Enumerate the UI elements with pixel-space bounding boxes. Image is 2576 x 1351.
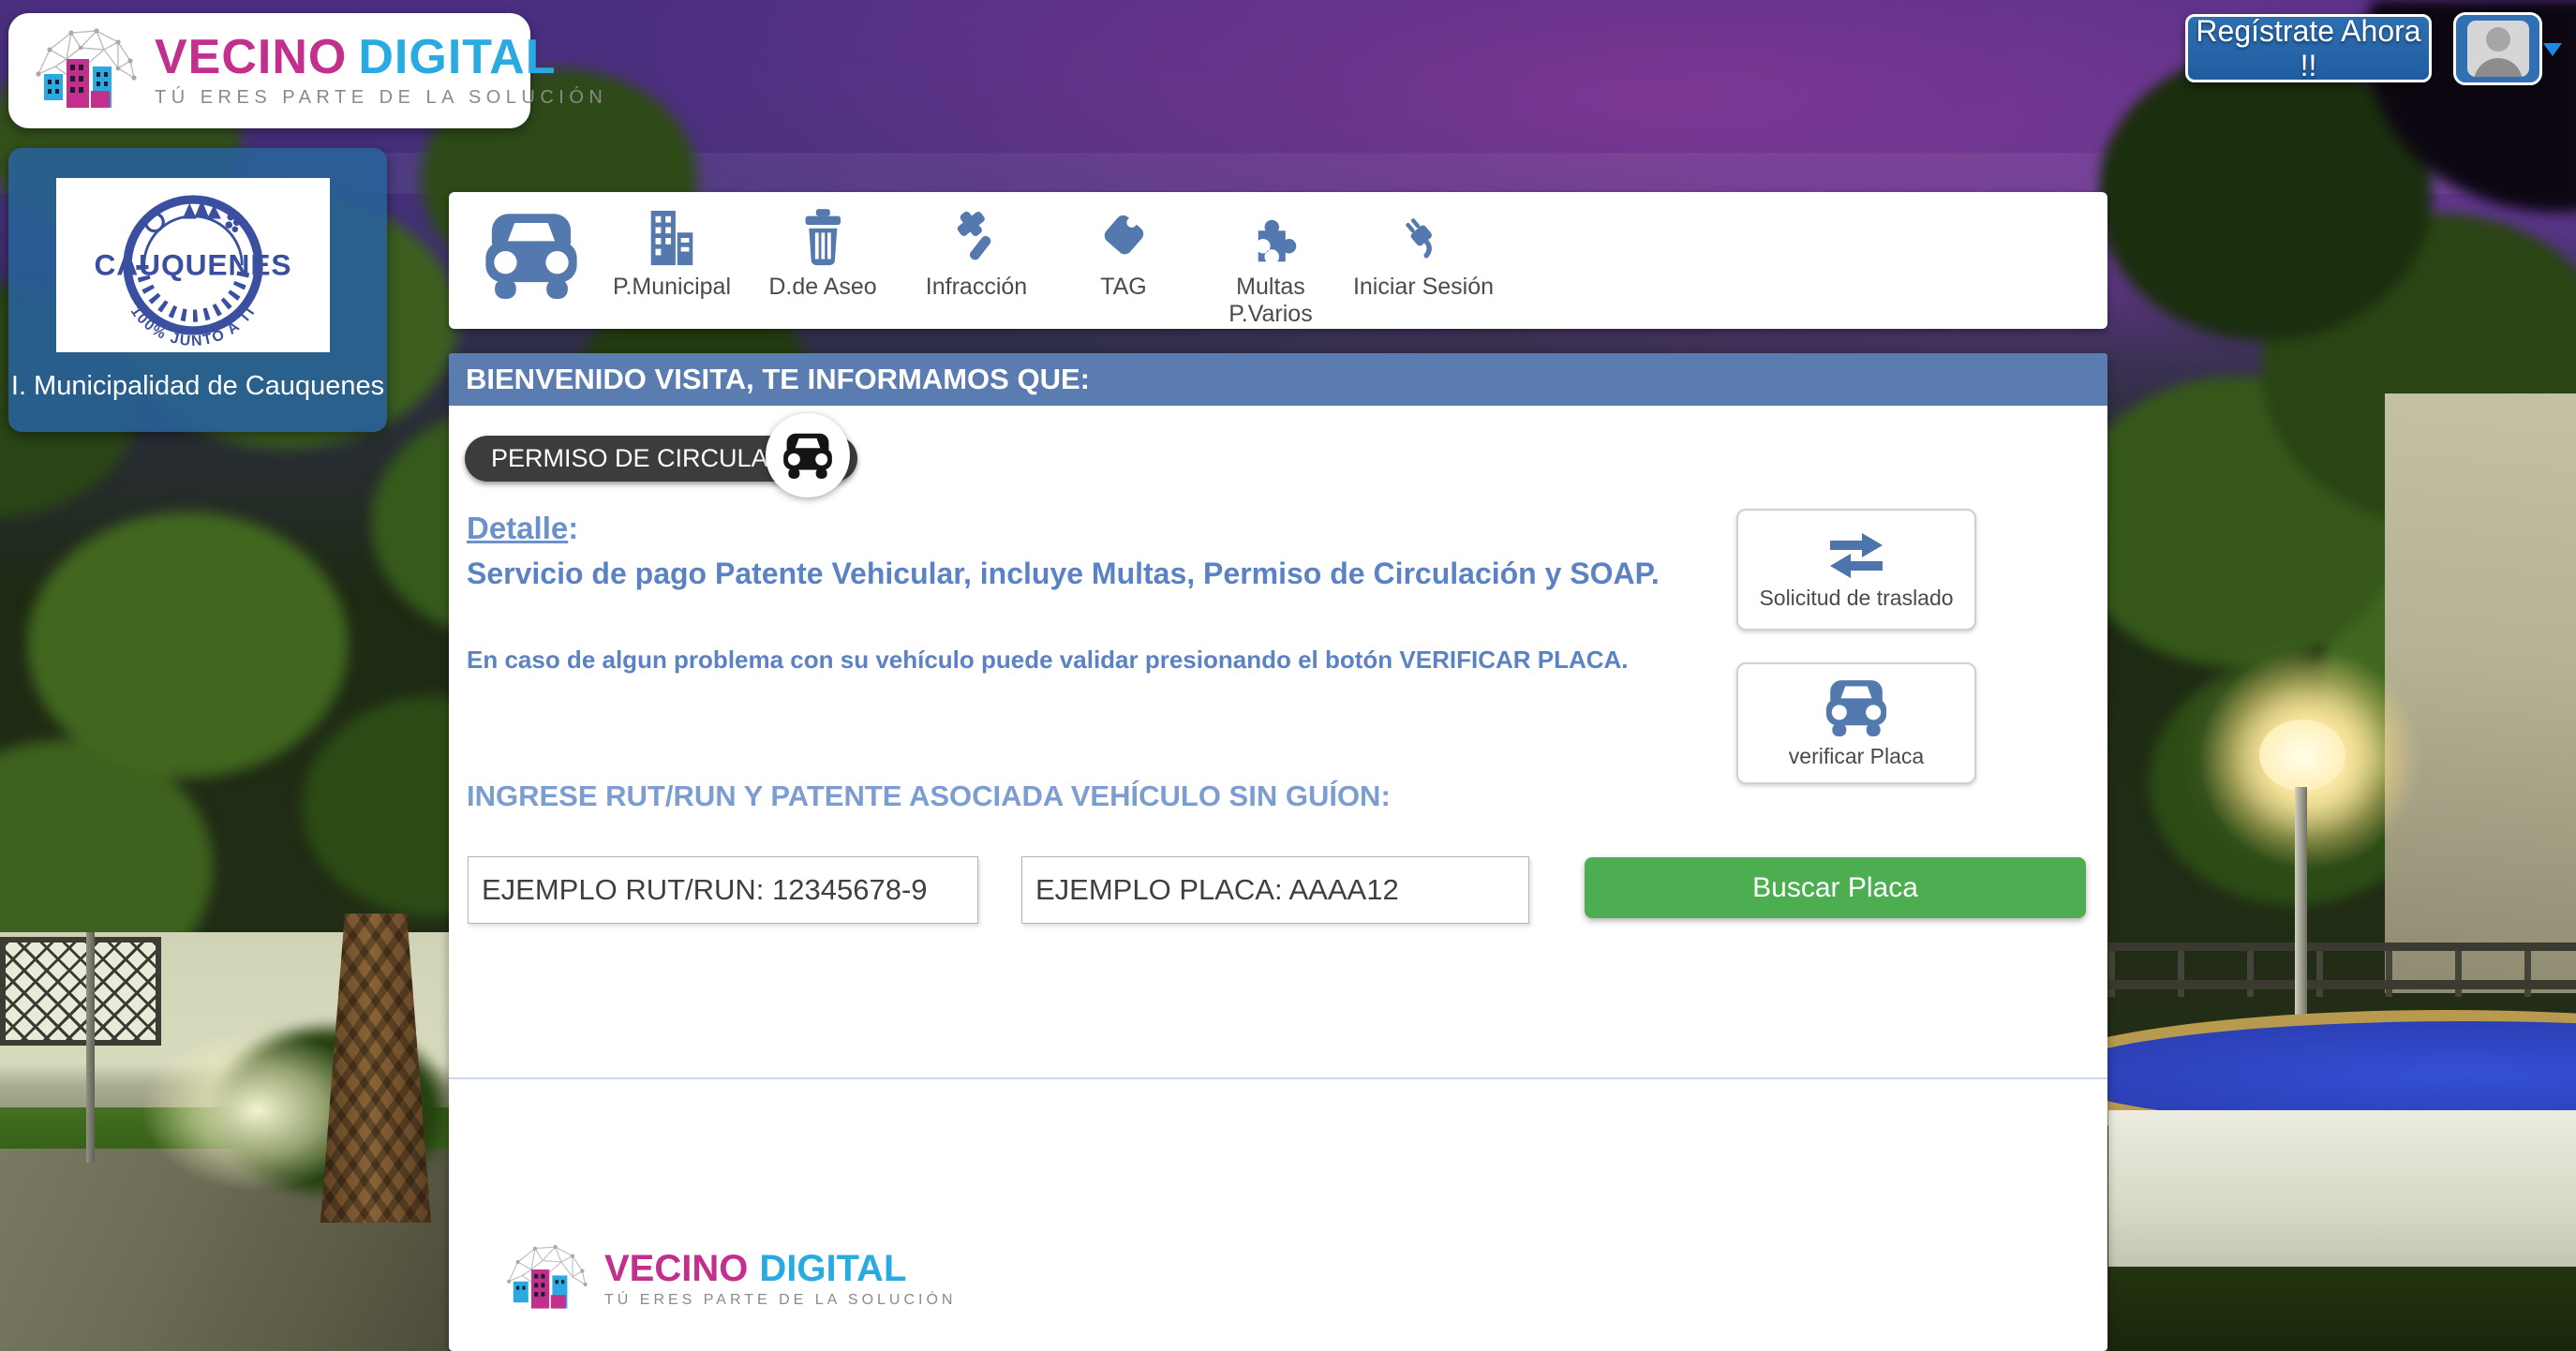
brand-primary: VECINO	[155, 30, 347, 84]
municipality-name: I. Municipalidad de Cauquenes	[8, 371, 387, 402]
welcome-banner: BIENVENIDO VISITA, TE INFORMAMOS QUE:	[449, 353, 2107, 406]
avatar-body	[2474, 58, 2523, 77]
nav-label: Iniciar Sesión	[1353, 274, 1494, 301]
avatar	[2467, 21, 2529, 77]
header-logo[interactable]: VECINODIGITAL TÚ ERES PARTE DE LA SOLUCI…	[8, 13, 530, 128]
brand-text: VECINODIGITAL TÚ ERES PARTE DE LA SOLUCI…	[604, 1250, 956, 1309]
brand-name: VECINODIGITAL	[604, 1250, 956, 1287]
form-heading: INGRESE RUT/RUN Y PATENTE ASOCIADA VEHÍC…	[467, 779, 1391, 813]
nav-label: P.Municipal	[613, 274, 731, 301]
vecino-digital-logo-icon	[29, 22, 141, 120]
nav-label: Infracción	[926, 274, 1027, 301]
trash-icon	[795, 209, 851, 267]
service-pill-circle	[766, 413, 850, 497]
brand-text: VECINODIGITAL TÚ ERES PARTE DE LA SOLUCI…	[155, 33, 607, 109]
plug-icon	[1394, 209, 1452, 267]
detail-text: Servicio de pago Patente Vehicular, incl…	[467, 557, 1660, 591]
main-panel: BIENVENIDO VISITA, TE INFORMAMOS QUE: PE…	[449, 353, 2107, 1351]
page: VECINODIGITAL TÚ ERES PARTE DE LA SOLUCI…	[0, 0, 2576, 1351]
side-button-label: Solicitud de traslado	[1759, 586, 1953, 611]
nav-label: D.de Aseo	[768, 274, 876, 301]
background-railing	[2108, 943, 2576, 997]
pool-wall	[2108, 1110, 2576, 1288]
solicitud-traslado-button[interactable]: Solicitud de traslado	[1736, 509, 1976, 631]
seal-title: CAUQUENES	[94, 247, 291, 281]
detail-link[interactable]: Detalle:	[467, 511, 578, 546]
avatar-frame	[2453, 12, 2542, 85]
footer-logo: VECINODIGITAL TÚ ERES PARTE DE LA SOLUCI…	[501, 1239, 956, 1320]
nav-item-permiso-circulacion[interactable]	[483, 211, 580, 299]
nav-item-infraccion[interactable]: Infracción	[926, 209, 1027, 301]
divider	[449, 1077, 2107, 1079]
service-nav: P.Municipal D.de Aseo Infra	[449, 192, 2107, 329]
plate-input[interactable]	[1021, 856, 1529, 924]
car-icon	[781, 432, 835, 479]
municipality-seal: CAUQUENES 100% JUNTO A TI	[56, 178, 330, 352]
nav-item-iniciar-sesion[interactable]: Iniciar Sesión	[1353, 209, 1494, 301]
car-icon	[483, 211, 580, 299]
rut-input[interactable]	[468, 856, 978, 924]
background-pole	[86, 932, 95, 1163]
verificar-placa-button[interactable]: verificar Placa	[1736, 662, 1976, 784]
nav-label: MultasP.Varios	[1228, 274, 1312, 328]
gavel-icon	[947, 209, 1005, 267]
building-icon	[643, 209, 701, 267]
tag-icon	[1094, 209, 1153, 267]
cauquenes-seal-icon: CAUQUENES 100% JUNTO A TI	[62, 182, 324, 349]
municipality-card: CAUQUENES 100% JUNTO A TI I. Municipalid…	[8, 148, 387, 432]
car-icon	[1823, 678, 1890, 736]
brand-secondary: DIGITAL	[358, 30, 556, 84]
background-grass-right	[2108, 1267, 2576, 1351]
brand-tagline: TÚ ERES PARTE DE LA SOLUCIÓN	[604, 1292, 956, 1309]
side-button-label: verificar Placa	[1789, 744, 1924, 769]
register-button[interactable]: Regístrate Ahora !!	[2185, 14, 2432, 82]
street-lamp-orb	[2259, 720, 2345, 791]
brand-name: VECINODIGITAL	[155, 33, 607, 82]
nav-item-tag[interactable]: TAG	[1094, 209, 1153, 301]
chevron-down-icon	[2543, 43, 2562, 56]
nav-label: TAG	[1100, 274, 1147, 301]
nav-item-multas-p-varios[interactable]: MultasP.Varios	[1228, 209, 1312, 328]
buscar-placa-button[interactable]: Buscar Placa	[1585, 857, 2086, 918]
nav-item-p-municipal[interactable]: P.Municipal	[613, 209, 731, 301]
brand-tagline: TÚ ERES PARTE DE LA SOLUCIÓN	[155, 87, 607, 109]
note-text: En caso de algun problema con su vehícul…	[467, 646, 1629, 675]
transfer-icon	[1822, 529, 1891, 578]
puzzle-icon	[1242, 209, 1300, 267]
vecino-digital-logo-icon	[501, 1239, 591, 1320]
user-menu[interactable]	[2453, 12, 2562, 85]
nav-item-d-de-aseo[interactable]: D.de Aseo	[768, 209, 876, 301]
avatar-head	[2486, 27, 2510, 52]
